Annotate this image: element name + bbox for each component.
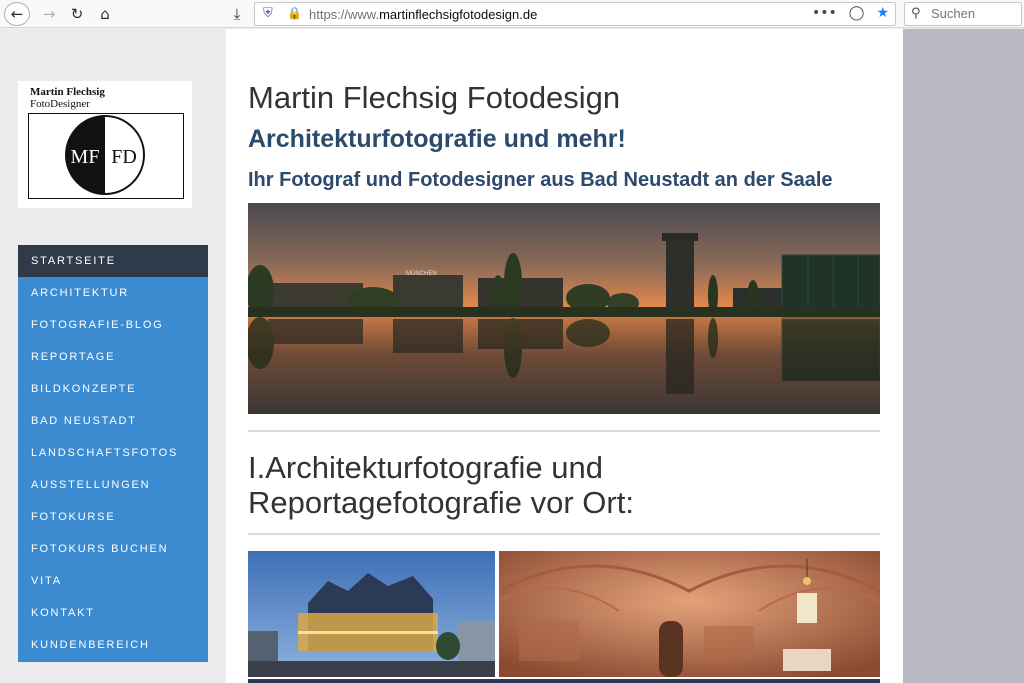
page-subtitle: Architekturfotografie und mehr! bbox=[248, 125, 626, 153]
more-icon[interactable]: ••• bbox=[812, 5, 837, 21]
reload-icon[interactable]: ↻ bbox=[64, 2, 90, 26]
logo-subtitle: FotoDesigner bbox=[30, 98, 90, 110]
hero-image: MÜNCHEN bbox=[248, 203, 880, 414]
nav-item-bildkonzepte[interactable]: BILDKONZEPTE bbox=[18, 373, 208, 405]
chapel-photo-illustration bbox=[499, 551, 880, 677]
nav-item-landschaftsfotos[interactable]: LANDSCHAFTSFOTOS bbox=[18, 437, 208, 469]
nav-item-reportage[interactable]: REPORTAGE bbox=[18, 341, 208, 373]
nav-item-kontakt[interactable]: KONTAKT bbox=[18, 597, 208, 629]
browser-toolbar: ← → ↻ ⌂ ⤓ ⛨ 🔒 https://www.martinflechsig… bbox=[0, 0, 1024, 28]
back-icon[interactable]: ← bbox=[4, 2, 30, 26]
monogram-right: FD bbox=[111, 146, 137, 168]
section-title-line-2: Reportagefotografie vor Ort: bbox=[248, 485, 634, 520]
nav-item-fotografie-blog[interactable]: FOTOGRAFIE-BLOG bbox=[18, 309, 208, 341]
gallery-thumbnail-building[interactable] bbox=[248, 551, 495, 677]
nav-item-kundenbereich[interactable]: KUNDENBEREICH bbox=[18, 629, 208, 661]
nav-item-fotokurse[interactable]: FOTOKURSE bbox=[18, 501, 208, 533]
logo-name: Martin Flechsig bbox=[30, 86, 105, 98]
lock-icon[interactable]: 🔒 bbox=[287, 6, 302, 20]
nav-item-fotokurs-buchen[interactable]: FOTOKURS BUCHEN bbox=[18, 533, 208, 565]
building-photo-illustration bbox=[248, 551, 495, 677]
nav-item-ausstellungen[interactable]: AUSSTELLUNGEN bbox=[18, 469, 208, 501]
monogram-left: MF bbox=[71, 146, 100, 168]
nav-item-vita[interactable]: VITA bbox=[18, 565, 208, 597]
pocket-icon[interactable]: ◯ bbox=[849, 5, 865, 21]
page-right-gutter bbox=[903, 29, 1024, 683]
hero-sign: MÜNCHEN bbox=[406, 270, 437, 277]
page-title: Martin Flechsig Fotodesign bbox=[248, 80, 621, 115]
site-logo[interactable]: Martin Flechsig FotoDesigner MF FD bbox=[18, 81, 192, 208]
divider bbox=[248, 430, 880, 432]
nav-item-startseite[interactable]: STARTSEITE bbox=[18, 245, 208, 277]
gallery-thumbnail-chapel[interactable] bbox=[499, 551, 880, 677]
home-icon[interactable]: ⌂ bbox=[92, 2, 118, 26]
logo-frame: MF FD bbox=[28, 113, 184, 199]
section-title-line-1: I.Architekturfotografie und bbox=[248, 450, 603, 485]
nav-item-bad-neustadt[interactable]: BAD NEUSTADT bbox=[18, 405, 208, 437]
shield-icon[interactable]: ⛨ bbox=[263, 6, 273, 21]
search-box[interactable]: ⚲ bbox=[904, 2, 1022, 26]
page-tagline: Ihr Fotograf und Fotodesigner aus Bad Ne… bbox=[248, 169, 833, 191]
forward-icon[interactable]: → bbox=[36, 2, 62, 26]
gallery-next-row bbox=[248, 679, 880, 683]
library-icon[interactable]: ⤓ bbox=[224, 2, 250, 26]
search-input[interactable] bbox=[931, 6, 1019, 21]
monogram-circle-icon: MF FD bbox=[65, 115, 145, 195]
divider bbox=[248, 533, 880, 535]
url-domain: martinflechsigfotodesign.de bbox=[379, 7, 538, 22]
hero-panorama-illustration: MÜNCHEN bbox=[248, 203, 880, 414]
url-actions: ••• ◯ ★ bbox=[812, 5, 889, 21]
url-text[interactable]: https://www.martinflechsigfotodesign.de bbox=[309, 7, 537, 22]
search-icon: ⚲ bbox=[911, 6, 921, 21]
nav-item-architektur[interactable]: ARCHITEKTUR bbox=[18, 277, 208, 309]
url-bar[interactable]: ⛨ 🔒 https://www.martinflechsigfotodesign… bbox=[254, 2, 896, 26]
section-title: I.Architekturfotografie und Reportagefot… bbox=[248, 450, 880, 520]
sidebar-nav: STARTSEITE ARCHITEKTUR FOTOGRAFIE-BLOG R… bbox=[18, 245, 208, 662]
url-prefix: https://www. bbox=[309, 7, 380, 22]
bookmark-star-icon[interactable]: ★ bbox=[876, 5, 889, 21]
